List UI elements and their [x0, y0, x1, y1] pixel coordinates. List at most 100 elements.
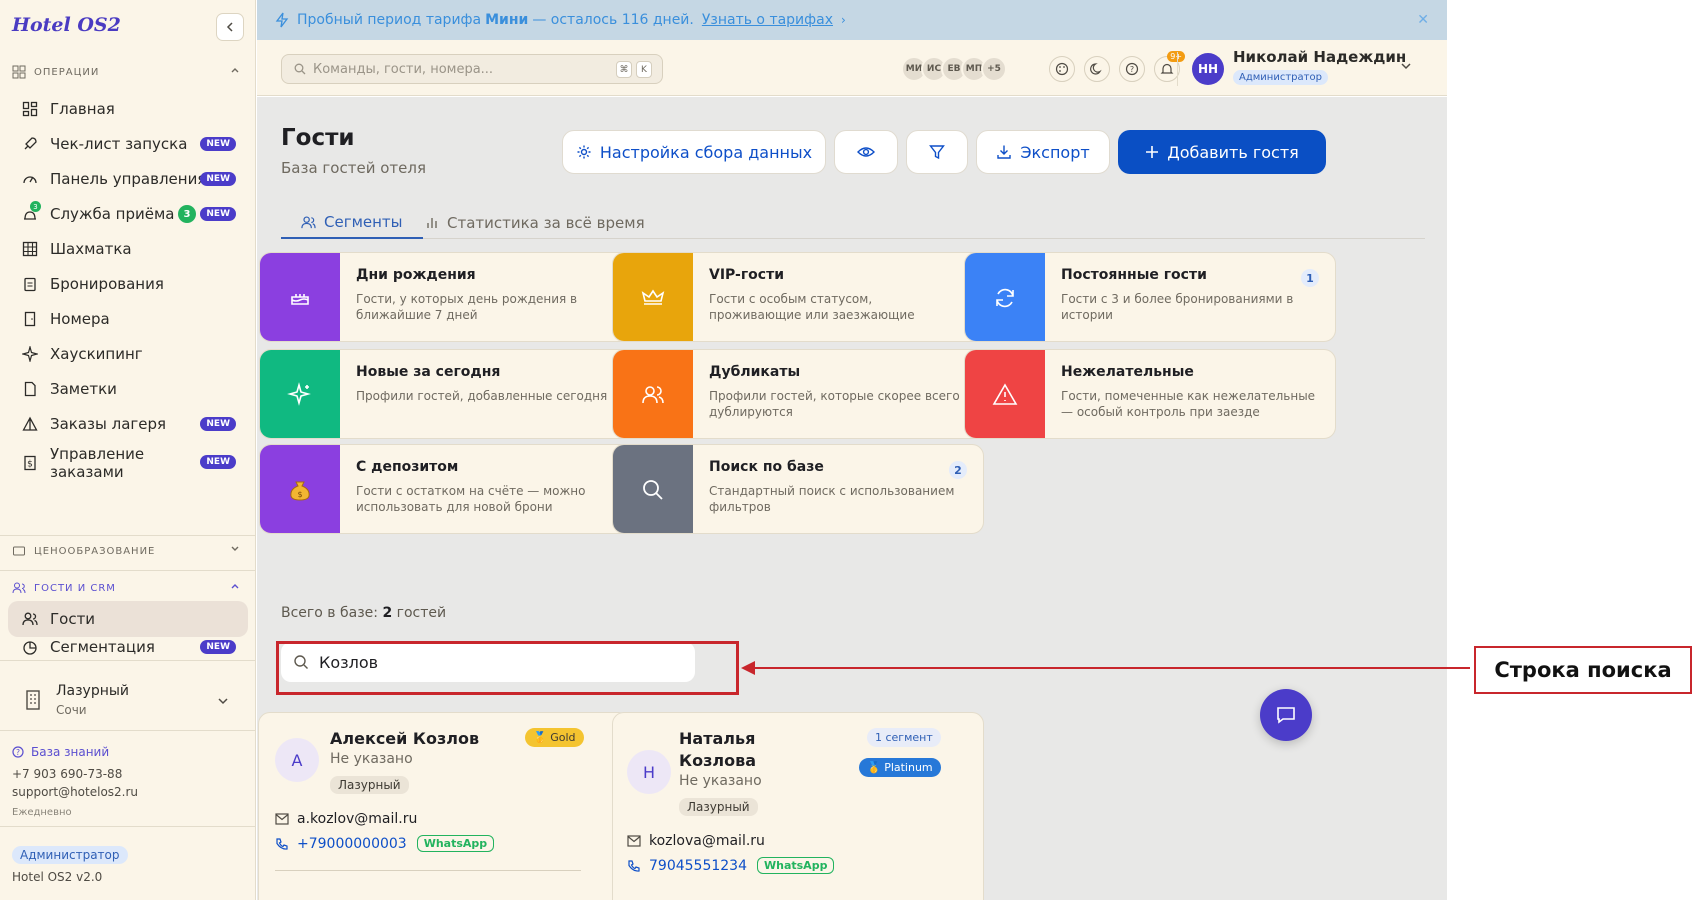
segment-description: Профили гостей, которые скорее всего дуб… [709, 389, 960, 419]
guest-phone[interactable]: 79045551234 WhatsApp [627, 857, 835, 874]
pie-icon [20, 638, 40, 658]
guest-phone[interactable]: +79000000003 WhatsApp [275, 835, 495, 852]
palette-button[interactable] [1049, 56, 1075, 82]
sidebar-item-label: Управление [50, 445, 145, 463]
total-count: 2 [382, 605, 393, 621]
crown-icon [641, 289, 665, 305]
button-label: Экспорт [1020, 142, 1090, 162]
data-collection-settings-button[interactable]: Настройка сбора данных [562, 130, 826, 174]
sidebar-item-control-panel[interactable]: Панель управления NEW [8, 161, 248, 197]
phone-icon [627, 859, 641, 873]
chevron-left-icon [226, 22, 233, 32]
theme-toggle-button[interactable] [1084, 56, 1110, 82]
guest-card[interactable]: А Алексей Козлов Не указано Лазурный 🥇 G… [258, 712, 630, 900]
new-badge: NEW [200, 172, 236, 186]
help-circle-icon: ? [1125, 62, 1139, 76]
guest-email[interactable]: kozlova@mail.ru [627, 833, 765, 849]
export-button[interactable]: Экспорт [976, 130, 1110, 174]
email-value: kozlova@mail.ru [649, 833, 765, 849]
avatar: Н [627, 750, 671, 794]
new-badge: NEW [200, 207, 236, 221]
sidebar-item-guests[interactable]: Гости [8, 601, 248, 637]
sidebar-divider [0, 826, 256, 827]
money-bag-icon: $ [290, 481, 310, 501]
sidebar-item-housekeeping[interactable]: Хаускипинг [8, 336, 248, 372]
users-icon [642, 386, 664, 404]
chevron-down-icon[interactable] [1400, 60, 1412, 72]
section-guests-crm[interactable]: ГОСТИ И CRM [12, 578, 244, 598]
bell-icon [1160, 63, 1174, 74]
online-users[interactable]: МИ ИС ЕВ МП +5 [901, 56, 1007, 82]
sidebar-item-label: Гости [50, 610, 96, 628]
knowledge-base-link[interactable]: ? База знаний [12, 745, 109, 759]
app-version: Hotel OS2 v2.0 [12, 870, 103, 884]
collapse-sidebar-button[interactable] [216, 13, 244, 41]
segment-card[interactable]: VIP-гости Гости с особым статусом, прожив… [612, 252, 984, 342]
chevron-right-icon: › [841, 13, 846, 27]
pricing-link[interactable]: Узнать о тарифах [702, 12, 833, 28]
tab-segments[interactable]: Сегменты [281, 207, 423, 239]
sidebar-item-launch-checklist[interactable]: Чек-лист запуска NEW [8, 126, 248, 162]
filter-button[interactable] [906, 130, 968, 174]
sidebar-item-home[interactable]: Главная [8, 91, 248, 127]
segment-card[interactable]: Дубликаты Профили гостей, которые скорее … [612, 349, 984, 439]
total-suffix: гостей [396, 605, 447, 621]
guest-name-line2[interactable]: Козлова [679, 750, 756, 772]
whatsapp-badge[interactable]: WhatsApp [416, 835, 495, 852]
new-badge: NEW [200, 137, 236, 151]
guest-subtitle: Не указано [679, 773, 762, 789]
close-icon[interactable]: ✕ [1417, 12, 1429, 28]
segment-card[interactable]: $ С депозитом Гости с остатком на счёте — … [259, 444, 631, 534]
segment-title: Постоянные гости [1061, 267, 1207, 283]
topbar: Команды, гости, номера... ⌘ K МИ ИС ЕВ М… [257, 40, 1447, 96]
help-button[interactable]: ? [1119, 56, 1145, 82]
sidebar-item-rooms[interactable]: Номера [8, 301, 248, 337]
guest-card[interactable]: Н Наталья Козлова Не указано Лазурный 1 … [612, 712, 984, 900]
sidebar-item-label: Служба приёма [50, 205, 175, 223]
search-placeholder: Команды, гости, номера... [313, 61, 494, 77]
tab-bar: Сегменты Статистика за всё время [281, 207, 1425, 239]
segment-title: С депозитом [356, 459, 459, 475]
sidebar-item-label: Заказы лагеря [50, 415, 167, 433]
sidebar-item-segmentation[interactable]: Сегментация NEW [8, 638, 248, 658]
user-name[interactable]: Николай Надеждин [1233, 48, 1406, 66]
sidebar-item-notes[interactable]: Заметки [8, 371, 248, 407]
segment-card[interactable]: Нежелательные Гости, помеченные как нежел… [964, 349, 1336, 439]
sidebar-item-camp-orders[interactable]: Заказы лагеря NEW [8, 406, 248, 442]
guest-email[interactable]: a.kozlov@mail.ru [275, 811, 417, 827]
segment-card[interactable]: Дни рождения Гости, у которых день рожден… [259, 252, 631, 342]
segment-description: Гости, помеченные как нежелательные — ос… [1061, 389, 1316, 419]
segment-description: Гости с 3 и более бронированиями в истор… [1061, 292, 1294, 322]
add-guest-button[interactable]: Добавить гостя [1118, 130, 1326, 174]
sidebar-divider [0, 730, 256, 731]
support-phone[interactable]: +7 903 690-73-88 [12, 767, 122, 781]
sidebar-item-front-desk[interactable]: 3 Служба приёма 3 NEW [8, 196, 248, 232]
segment-card[interactable]: Новые за сегодня Профили гостей, добавлен… [259, 349, 631, 439]
guest-name[interactable]: Наталья [679, 728, 755, 750]
app-brand[interactable]: Hotel OS2 [12, 14, 121, 36]
command-search-input[interactable]: Команды, гости, номера... ⌘ K [281, 54, 663, 84]
whatsapp-badge[interactable]: WhatsApp [756, 857, 835, 874]
guest-name[interactable]: Алексей Козлов [330, 728, 479, 750]
sidebar-item-label-line2: заказами [50, 463, 124, 481]
segment-card[interactable]: Поиск по базе Стандартный поиск с использ… [612, 444, 984, 534]
mail-icon [275, 813, 289, 825]
segment-card[interactable]: Постоянные гости Гости с 3 и более бронир… [964, 252, 1336, 342]
sidebar-item-chessboard[interactable]: Шахматка [8, 231, 248, 267]
sidebar-item-order-management[interactable]: $ Управление заказами NEW [8, 441, 248, 487]
hotel-selector[interactable]: Лазурный Сочи [22, 683, 244, 723]
sidebar-item-bookings[interactable]: Бронирования [8, 266, 248, 302]
search-highlight-box [276, 641, 739, 695]
support-email[interactable]: support@hotelos2.ru [12, 785, 138, 799]
tab-statistics[interactable]: Статистика за всё время [425, 207, 645, 239]
hotel-name: Лазурный [56, 683, 130, 699]
hotel-tag: Лазурный [330, 776, 409, 794]
hotel-tag: Лазурный [679, 798, 758, 816]
trial-banner: Пробный период тарифа Мини — осталось 11… [257, 0, 1447, 40]
section-pricing[interactable]: ЦЕНООБРАЗОВАНИЕ [12, 541, 244, 561]
section-operations[interactable]: ОПЕРАЦИИ [12, 62, 244, 82]
chat-button[interactable] [1260, 689, 1312, 741]
visibility-button[interactable] [834, 130, 898, 174]
user-avatar[interactable]: НН [1192, 53, 1224, 85]
role-badge: Администратор [12, 846, 128, 864]
